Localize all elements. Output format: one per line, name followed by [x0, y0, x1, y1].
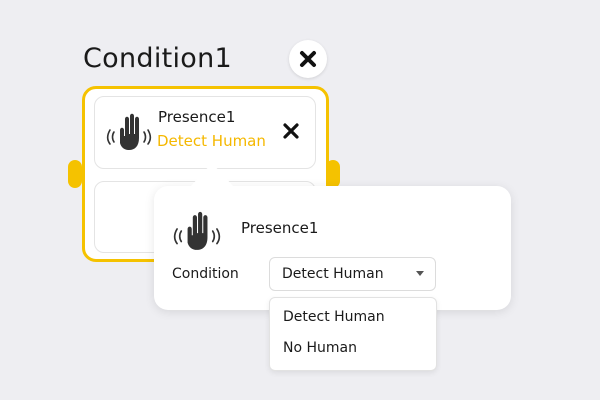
- condition-title: Condition1: [83, 43, 233, 74]
- presence-item-status: Detect Human: [157, 132, 266, 150]
- close-icon: [300, 51, 316, 67]
- popup-arrow: [190, 163, 234, 187]
- dropdown-option-no-human[interactable]: No Human: [283, 340, 357, 356]
- hand-wave-icon: [173, 211, 221, 250]
- hand-wave-icon: [106, 113, 152, 150]
- caret-down-icon: [416, 271, 424, 276]
- condition-select-value: Detect Human: [282, 266, 384, 282]
- left-connector-tab: [68, 160, 82, 188]
- presence-item-name: Presence1: [158, 108, 236, 126]
- condition-label: Condition: [172, 266, 239, 282]
- popup-device-name: Presence1: [241, 219, 319, 237]
- dropdown-option-detect-human[interactable]: Detect Human: [283, 309, 385, 325]
- close-condition-button[interactable]: [289, 40, 327, 78]
- remove-presence-button[interactable]: [282, 122, 300, 140]
